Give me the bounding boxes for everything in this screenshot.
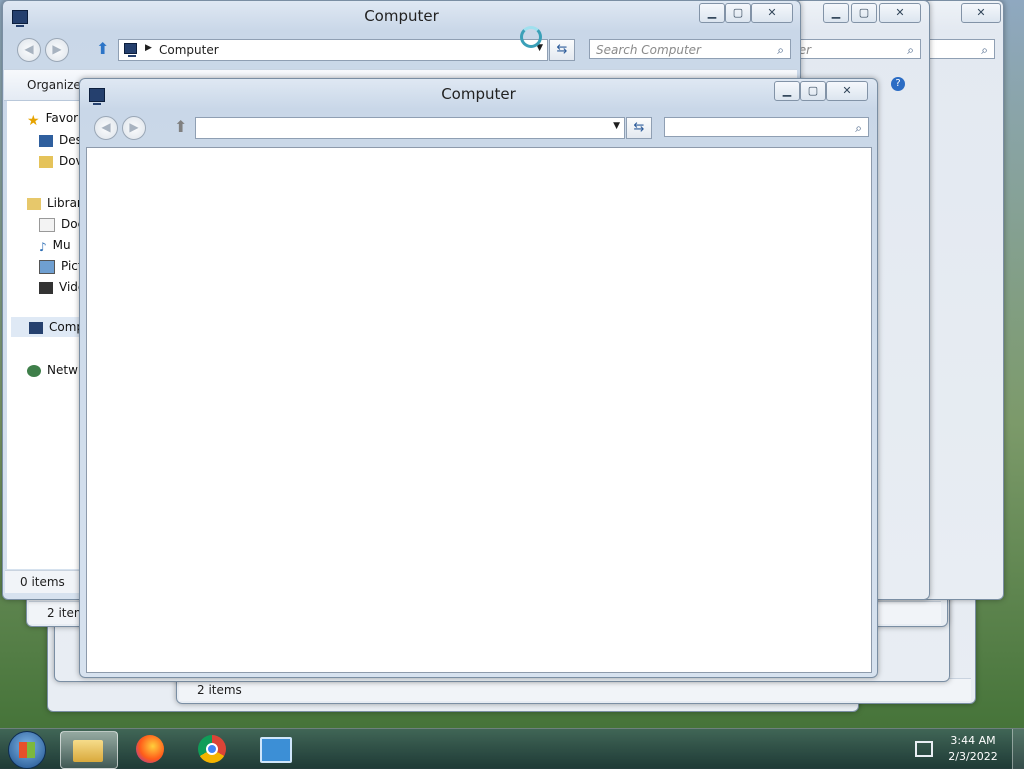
help-icon[interactable]: ? xyxy=(891,77,905,91)
firefox-icon xyxy=(136,735,164,763)
up-arrow-icon[interactable]: ⬆ xyxy=(96,39,109,58)
videos-icon xyxy=(39,281,53,294)
nav-music[interactable]: ♪ Mu xyxy=(39,238,71,254)
status-items: 2 items xyxy=(197,683,242,697)
maximize-button[interactable]: ▢ xyxy=(851,3,877,23)
nav-desktop[interactable]: Des xyxy=(39,133,82,147)
nav-downloads[interactable]: Dov xyxy=(39,154,83,168)
taskbar-remote-desktop[interactable] xyxy=(246,731,302,767)
windows-logo-icon xyxy=(19,742,35,758)
music-icon: ♪ xyxy=(39,239,47,254)
close-button[interactable]: ✕ xyxy=(961,3,1001,23)
up-arrow-icon[interactable]: ⬆ xyxy=(174,117,187,136)
status-items: 0 items xyxy=(20,575,65,589)
minimize-button[interactable]: ▁ xyxy=(823,3,849,23)
chrome-icon xyxy=(198,735,226,763)
address-bar[interactable]: ▶ Computer ▼ xyxy=(118,39,548,61)
content-pane[interactable] xyxy=(86,147,872,673)
maximize-button[interactable]: ▢ xyxy=(725,3,751,23)
taskbar-firefox[interactable] xyxy=(122,731,178,767)
folder-icon xyxy=(73,740,103,762)
documents-icon xyxy=(39,217,55,232)
search-icon: ⌕ xyxy=(777,43,784,57)
libraries-icon xyxy=(27,197,41,210)
search-input[interactable]: ter ⌕ xyxy=(787,39,921,59)
forward-arrow-icon: ▶ xyxy=(129,120,139,134)
explorer-window-front[interactable]: Computer ▁ ▢ ✕ ◀ ▶ ⬆ ▼ ⇆ ⌕ xyxy=(79,78,878,678)
nav-label: Netw xyxy=(47,363,78,377)
taskbar-chrome[interactable] xyxy=(184,731,240,767)
forward-arrow-icon: ▶ xyxy=(52,42,62,56)
start-button[interactable] xyxy=(8,731,46,769)
clock-time: 3:44 AM xyxy=(950,734,996,747)
close-button[interactable]: ✕ xyxy=(826,81,868,101)
navigation-pane: ★ Favor Des Dov Librar Doc ♪ Mu Pict Vide … xyxy=(7,101,101,569)
search-input[interactable]: Search Computer ⌕ xyxy=(589,39,791,59)
nav-documents[interactable]: Doc xyxy=(39,217,84,232)
minimize-button[interactable]: ▁ xyxy=(774,81,800,101)
nav-network[interactable]: Netw xyxy=(27,363,78,377)
nav-favorites[interactable]: ★ Favor xyxy=(27,111,79,129)
back-button[interactable]: ◀ xyxy=(94,116,118,140)
search-icon: ⌕ xyxy=(855,121,862,135)
nav-label: Librar xyxy=(47,196,82,210)
remote-desktop-icon xyxy=(260,737,292,763)
minimize-button[interactable]: ▁ xyxy=(699,3,725,23)
refresh-icon: ⇆ xyxy=(633,120,645,135)
search-placeholder: Search Computer xyxy=(596,43,701,57)
search-icon: ⌕ xyxy=(981,43,988,57)
back-button[interactable]: ◀ xyxy=(17,38,41,62)
back-arrow-icon: ◀ xyxy=(24,42,34,56)
computer-icon xyxy=(124,43,137,57)
computer-icon xyxy=(29,321,43,334)
taskbar-file-explorer[interactable] xyxy=(60,731,118,769)
dropdown-arrow-icon[interactable]: ▼ xyxy=(613,121,620,131)
forward-button[interactable]: ▶ xyxy=(45,38,69,62)
refresh-button[interactable]: ⇆ xyxy=(549,39,575,61)
back-arrow-icon: ◀ xyxy=(101,120,111,134)
taskbar: 3:44 AM 2/3/2022 xyxy=(0,728,1024,769)
search-icon: ⌕ xyxy=(907,43,914,57)
nav-label: Mu xyxy=(52,238,71,252)
refresh-icon: ⇆ xyxy=(556,42,568,57)
window-title: Computer xyxy=(441,85,516,103)
forward-button[interactable]: ▶ xyxy=(122,116,146,140)
loading-icon xyxy=(520,26,542,48)
close-button[interactable]: ✕ xyxy=(879,3,921,23)
downloads-icon xyxy=(39,155,53,168)
organize-button[interactable]: Organize xyxy=(27,78,81,92)
nav-libraries[interactable]: Librar xyxy=(27,196,82,210)
breadcrumb-arrow-icon: ▶ xyxy=(145,43,152,53)
clock-date: 2/3/2022 xyxy=(948,750,998,763)
window-title: Computer xyxy=(364,7,439,25)
star-icon: ★ xyxy=(27,112,40,129)
nav-label: Favor xyxy=(45,111,79,125)
network-icon xyxy=(27,364,41,377)
pictures-icon xyxy=(39,259,55,274)
breadcrumb[interactable]: Computer xyxy=(159,43,219,57)
nav-pictures[interactable]: Pict xyxy=(39,259,83,274)
search-input[interactable]: ⌕ xyxy=(664,117,869,137)
network-tray-icon[interactable] xyxy=(915,741,933,757)
maximize-button[interactable]: ▢ xyxy=(800,81,826,101)
close-button[interactable]: ✕ xyxy=(751,3,793,23)
show-desktop-button[interactable] xyxy=(1012,729,1024,769)
desktop-icon xyxy=(39,134,53,147)
clock[interactable]: 3:44 AM 2/3/2022 xyxy=(946,733,1000,765)
refresh-button[interactable]: ⇆ xyxy=(626,117,652,139)
address-bar[interactable]: ▼ xyxy=(195,117,625,139)
